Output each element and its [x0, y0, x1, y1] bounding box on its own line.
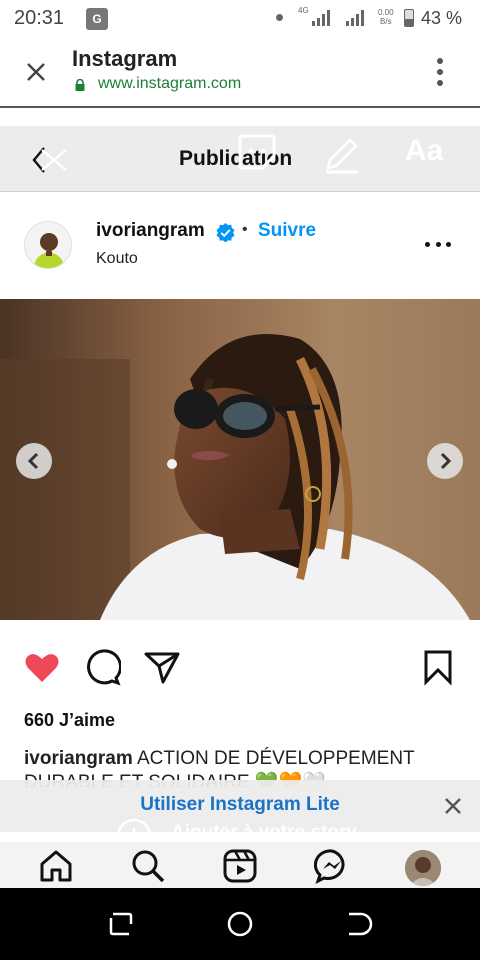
editor-toolbar: Publication Aa [0, 126, 480, 192]
browser-url[interactable]: www.instagram.com [98, 75, 241, 93]
signal-icon [346, 10, 364, 26]
instagram-bottom-nav [0, 842, 480, 888]
bookmark-icon[interactable] [419, 648, 457, 686]
post-header: ivoriangram • Suivre Kouto [0, 192, 480, 299]
speed-unit: B/s [380, 17, 392, 26]
home-icon[interactable] [38, 848, 74, 884]
browser-header: Instagram www.instagram.com [0, 38, 480, 108]
back-close-icon[interactable] [30, 140, 70, 180]
carousel-prev-button[interactable] [16, 443, 52, 479]
text-tool-button[interactable]: Aa [405, 134, 443, 168]
carousel-next-button[interactable] [427, 443, 463, 479]
translate-icon: G [86, 8, 108, 30]
profile-avatar[interactable] [405, 850, 441, 886]
status-bar: 20:31 G 4G 0.00 B/s 43 % [0, 0, 480, 38]
add-story-label[interactable]: Ajouter à votre story [171, 822, 357, 844]
lock-icon [75, 79, 85, 91]
post-photo [0, 299, 480, 620]
post-image[interactable] [0, 299, 480, 620]
search-icon[interactable] [130, 848, 166, 884]
use-instagram-lite-link[interactable]: Utiliser Instagram Lite [0, 794, 480, 816]
post-actions [0, 640, 480, 694]
caption-username[interactable]: ivoriangram [24, 748, 133, 769]
close-icon[interactable] [444, 797, 462, 815]
chevron-left-icon [27, 452, 39, 470]
share-icon[interactable] [143, 648, 181, 686]
sticker-icon[interactable] [236, 132, 278, 172]
speed-value: 0.00 [378, 8, 394, 17]
divider [0, 108, 480, 126]
browser-title: Instagram [72, 46, 178, 71]
separator-dot: • [242, 221, 248, 238]
post-username[interactable]: ivoriangram [96, 220, 205, 242]
home-button-icon[interactable] [226, 910, 254, 938]
recent-apps-icon[interactable] [107, 910, 135, 938]
network-speed: 0.00 B/s [378, 8, 394, 26]
close-icon[interactable] [24, 60, 48, 84]
menu-icon[interactable] [432, 58, 448, 86]
post-location[interactable]: Kouto [96, 250, 138, 268]
follow-button[interactable]: Suivre [258, 220, 316, 242]
reels-icon[interactable] [222, 848, 258, 884]
battery-icon [404, 9, 414, 27]
likes-count[interactable]: 660 J’aime [24, 710, 115, 731]
comment-icon[interactable] [83, 648, 121, 686]
notification-dot-icon [276, 14, 283, 21]
system-navigation-bar [0, 888, 480, 960]
status-time: 20:31 [14, 7, 65, 29]
messenger-icon[interactable] [314, 848, 350, 884]
back-button-icon[interactable] [345, 910, 373, 938]
signal-icon [312, 10, 330, 26]
heart-icon[interactable] [23, 648, 61, 686]
avatar[interactable] [24, 221, 72, 269]
network-type: 4G [298, 6, 309, 15]
verified-badge-icon [216, 223, 235, 242]
chevron-right-icon [440, 452, 452, 470]
battery-level: 43 % [421, 8, 463, 28]
pen-icon[interactable] [322, 132, 362, 174]
more-options-icon[interactable] [425, 242, 451, 250]
